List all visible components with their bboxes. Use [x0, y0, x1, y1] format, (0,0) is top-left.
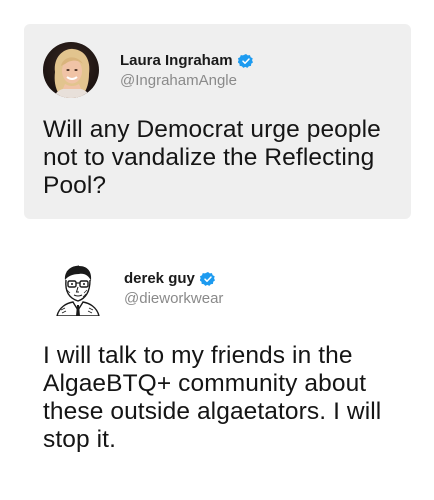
- author-handle[interactable]: @dieworkwear: [124, 290, 223, 307]
- avatar[interactable]: [43, 42, 99, 98]
- author-name[interactable]: Laura Ingraham: [120, 52, 233, 69]
- portrait-photo-icon: [43, 42, 99, 98]
- author-handle[interactable]: @IngrahamAngle: [120, 72, 237, 89]
- author-row: Laura Ingraham: [120, 52, 254, 69]
- author-name[interactable]: derek guy: [124, 270, 195, 287]
- tweet-card-derek-guy: derek guy @dieworkwear I will talk to my…: [24, 248, 411, 478]
- tweet-card-laura-ingraham: Laura Ingraham @IngrahamAngle Will any D…: [24, 24, 411, 219]
- verified-badge-icon: [237, 53, 253, 68]
- tweet-text: I will talk to my friends in the AlgaeBT…: [43, 342, 382, 453]
- author-row: derek guy: [124, 270, 216, 287]
- avatar[interactable]: [49, 260, 105, 316]
- verified-badge-icon: [199, 271, 215, 286]
- sketch-portrait-icon: [49, 260, 105, 316]
- tweet-text: Will any Democrat urge people not to van…: [43, 116, 381, 199]
